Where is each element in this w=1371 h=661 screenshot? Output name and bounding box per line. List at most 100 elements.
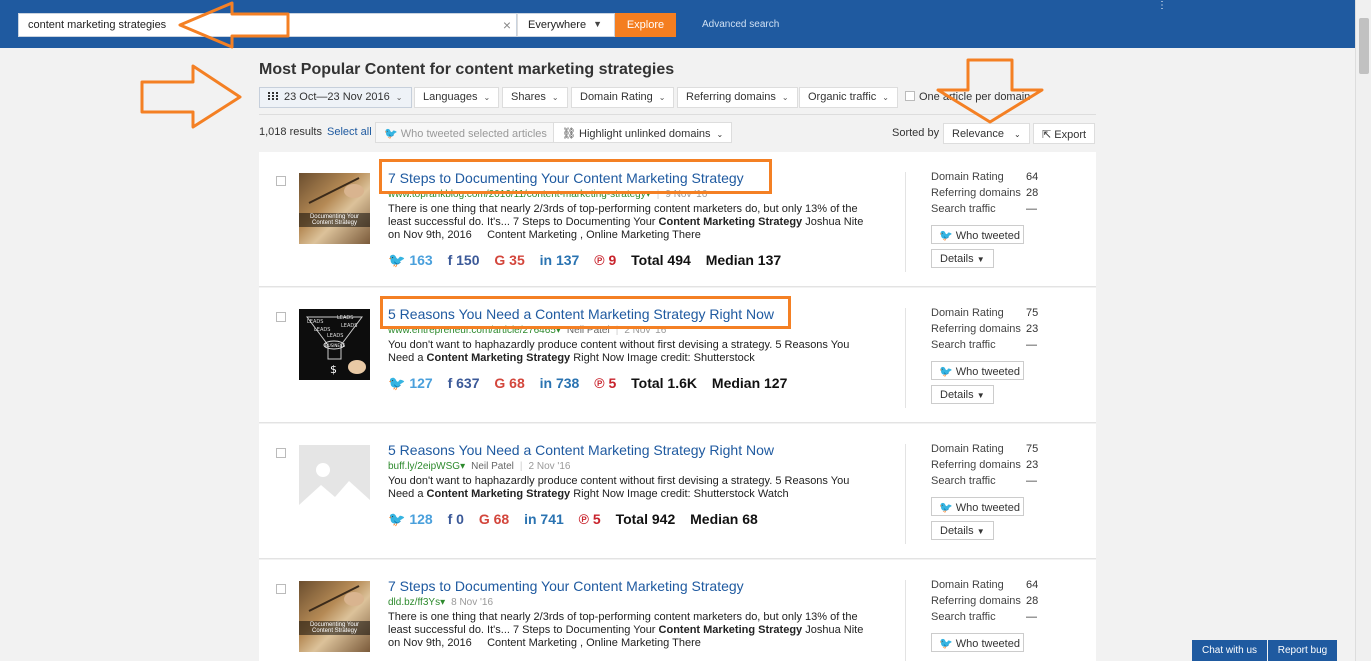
result-title-link[interactable]: 7 Steps to Documenting Your Content Mark… — [388, 170, 744, 186]
result-checkbox[interactable] — [276, 448, 286, 458]
details-button[interactable]: Details ▼ — [931, 249, 994, 268]
result-url[interactable]: buff.ly/2eipWSG — [388, 461, 460, 472]
select-all-link[interactable]: Select all — [327, 126, 372, 138]
facebook-share-count: f 150 — [447, 252, 480, 268]
result-snippet: You don't want to haphazardly produce co… — [388, 475, 850, 500]
result-snippet: There is one thing that nearly 2/3rds of… — [388, 611, 864, 649]
result-checkbox[interactable] — [276, 176, 286, 186]
referring-domains-label: Referring domains — [931, 595, 1021, 607]
who-tweeted-button[interactable]: 🐦 Who tweeted — [931, 497, 1024, 516]
sort-value: Relevance — [952, 128, 1004, 140]
referring-domains-value[interactable]: 28 — [1026, 595, 1038, 607]
who-tweeted-button[interactable]: 🐦 Who tweeted — [931, 633, 1024, 652]
search-traffic-label: Search traffic — [931, 611, 996, 623]
scope-dropdown[interactable]: Everywhere ▼ — [517, 13, 615, 37]
result-thumbnail: LEADS LEADS LEADS LEADS LEADS BUSINESS $ — [299, 309, 370, 380]
date-range-filter[interactable]: 23 Oct—23 Nov 2016 ⌄ — [259, 87, 412, 108]
side-divider — [905, 308, 906, 408]
report-bug-button[interactable]: Report bug — [1268, 640, 1337, 661]
chevron-down-icon: ⌄ — [658, 93, 666, 102]
highlight-unlinked-button[interactable]: ⛓ Highlight unlinked domains ⌄ — [553, 122, 733, 143]
meta-separator: | — [615, 325, 619, 336]
result-card: Documenting Your Content Strategy 7 Step… — [259, 560, 1096, 661]
results-count: 1,018 results — [259, 126, 322, 138]
pen-hand-image — [308, 585, 364, 612]
svg-text:LEADS: LEADS — [341, 323, 357, 329]
total-shares: Total 942 — [615, 511, 676, 527]
shares-filter[interactable]: Shares ⌄ — [502, 87, 568, 108]
result-url[interactable]: www.entrepreneur.com/article/276465 — [388, 325, 556, 336]
caret-down-icon[interactable]: ▾ — [556, 325, 561, 336]
advanced-search-link[interactable]: Advanced search — [702, 19, 779, 30]
social-shares: 🐦 127 f 637 G 68 in 738 ℗ 5 Total 1.6K M… — [388, 375, 798, 392]
organic-traffic-label: Organic traffic — [808, 91, 877, 103]
domain-rating-filter[interactable]: Domain Rating ⌄ — [571, 87, 675, 108]
facebook-icon: f — [447, 252, 457, 268]
grip-icon[interactable]: ⋮ — [1157, 0, 1167, 11]
result-snippet: There is one thing that nearly 2/3rds of… — [388, 203, 864, 241]
result-meta: www.toprankblog.com/2016/11/content-mark… — [388, 189, 707, 200]
search-box[interactable]: × — [18, 13, 517, 37]
twitter-share-count: 🐦 163 — [388, 252, 433, 268]
highlight-unlinked-label: Highlight unlinked domains — [579, 128, 711, 140]
languages-filter[interactable]: Languages ⌄ — [414, 87, 500, 108]
linkedin-icon: in — [539, 375, 556, 391]
organic-traffic-filter[interactable]: Organic traffic ⌄ — [799, 87, 898, 108]
result-meta: dld.bz/ff3Ys▾ 8 Nov '16 — [388, 597, 493, 608]
result-checkbox[interactable] — [276, 312, 286, 322]
total-shares: Total 494 — [631, 252, 691, 268]
result-thumbnail: Documenting Your Content Strategy — [299, 581, 370, 652]
top-bar: × Everywhere ▼ Explore Advanced search ⋮ — [0, 0, 1371, 48]
who-tweeted-button[interactable]: 🐦 Who tweeted — [931, 225, 1024, 244]
caret-down-icon[interactable]: ▾ — [440, 597, 445, 608]
export-button[interactable]: ⇱ Export — [1033, 123, 1096, 144]
page-scrollbar[interactable] — [1355, 0, 1371, 661]
referring-domains-value[interactable]: 28 — [1026, 187, 1038, 199]
details-button[interactable]: Details ▼ — [931, 385, 994, 404]
result-card: LEADS LEADS LEADS LEADS LEADS BUSINESS $… — [259, 288, 1096, 423]
social-shares: 🐦 128 f 0 G 68 in 741 ℗ 5 Total 942 Medi… — [388, 511, 769, 528]
side-divider — [905, 172, 906, 272]
twitter-icon: 🐦 — [384, 128, 398, 140]
chat-with-us-button[interactable]: Chat with us — [1192, 640, 1267, 661]
svg-text:LEADS: LEADS — [307, 319, 323, 325]
side-divider — [905, 580, 906, 661]
result-url[interactable]: dld.bz/ff3Ys — [388, 597, 440, 608]
result-title-link[interactable]: 5 Reasons You Need a Content Marketing S… — [388, 442, 774, 458]
total-shares: Total 1.6K — [631, 375, 698, 391]
caret-down-icon: ▼ — [976, 527, 985, 536]
one-article-toggle[interactable]: One article per domain — [905, 91, 1030, 103]
linkedin-icon: in — [539, 252, 556, 268]
export-icon: ⇱ — [1042, 129, 1052, 141]
clear-icon[interactable]: × — [503, 17, 511, 33]
caret-down-icon[interactable]: ▾ — [646, 189, 651, 200]
domain-rating-value: 64 — [1026, 579, 1039, 591]
caret-down-icon[interactable]: ▾ — [460, 461, 465, 472]
explore-button[interactable]: Explore — [615, 13, 676, 37]
result-title-link[interactable]: 7 Steps to Documenting Your Content Mark… — [388, 578, 744, 594]
side-divider — [905, 444, 906, 544]
svg-text:LEADS: LEADS — [327, 333, 343, 339]
referring-domains-filter[interactable]: Referring domains ⌄ — [677, 87, 798, 108]
annotation-arrow-right — [140, 64, 242, 129]
referring-domains-value[interactable]: 23 — [1026, 459, 1038, 471]
social-shares: 🐦 163 f 150 G 35 in 137 ℗ 9 Total 494 Me… — [388, 252, 792, 269]
search-input[interactable] — [19, 14, 489, 36]
search-traffic-label: Search traffic — [931, 475, 996, 487]
who-tweeted-button[interactable]: 🐦 Who tweeted — [931, 361, 1024, 380]
facebook-icon: f — [447, 511, 457, 527]
result-checkbox[interactable] — [276, 584, 286, 594]
one-article-checkbox[interactable] — [905, 91, 915, 101]
referring-domains-value[interactable]: 23 — [1026, 323, 1038, 335]
result-url[interactable]: www.toprankblog.com/2016/11/content-mark… — [388, 189, 646, 200]
facebook-share-count: f 637 — [447, 375, 480, 391]
languages-label: Languages — [423, 91, 478, 103]
export-label: Export — [1054, 129, 1087, 141]
result-title-link[interactable]: 5 Reasons You Need a Content Marketing S… — [388, 306, 774, 322]
details-button[interactable]: Details ▼ — [931, 521, 994, 540]
linkedin-share-count: in 137 — [539, 252, 580, 268]
scrollbar-thumb[interactable] — [1359, 18, 1369, 74]
who-tweeted-selected-button[interactable]: 🐦 Who tweeted selected articles — [375, 122, 556, 143]
sort-dropdown[interactable]: Relevance ⌄ — [943, 123, 1030, 144]
twitter-icon: 🐦 — [388, 252, 410, 268]
